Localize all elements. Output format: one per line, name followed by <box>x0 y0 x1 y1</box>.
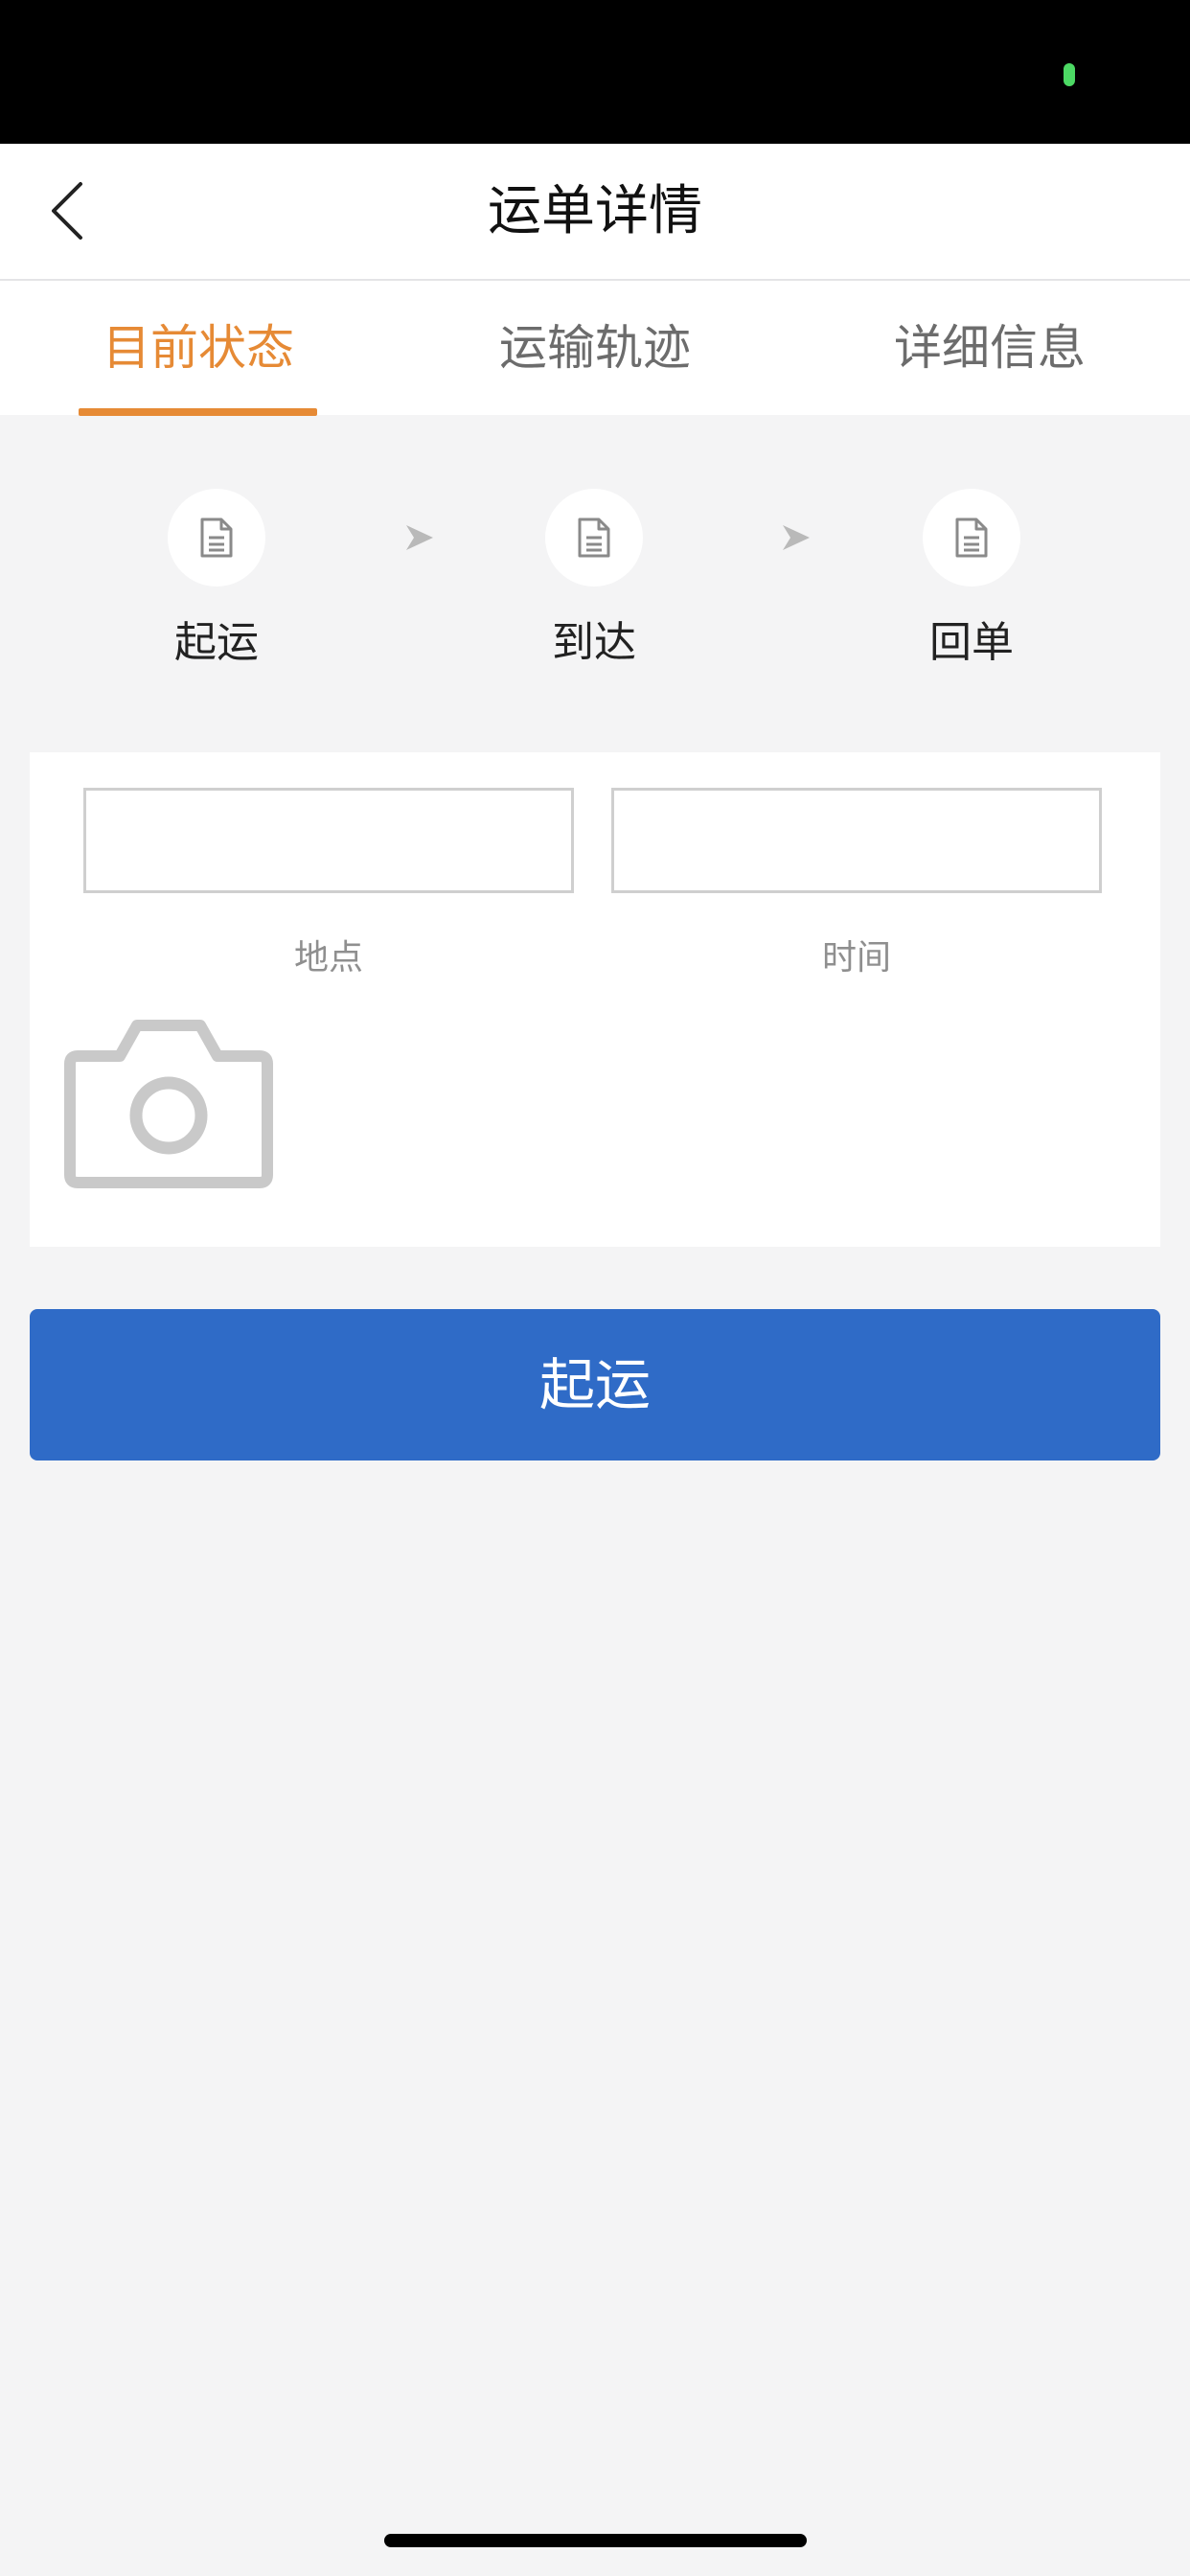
arrow-right-icon <box>406 525 433 550</box>
tab-current-status[interactable]: 目前状态 <box>40 281 356 415</box>
tab-bar: 目前状态 运输轨迹 详细信息 <box>0 281 1190 416</box>
page-title: 运单详情 <box>488 180 702 242</box>
step-label: 起运 <box>174 618 259 667</box>
time-field[interactable] <box>611 788 1102 893</box>
step-receipt: 回单 <box>876 489 1067 669</box>
active-tab-indicator <box>79 408 317 416</box>
arrow-right-icon <box>783 525 810 550</box>
step-depart: 起运 <box>121 489 312 669</box>
document-icon <box>955 518 988 558</box>
location-label: 地点 <box>293 938 363 978</box>
step-label: 回单 <box>929 618 1014 667</box>
step-arrive: 到达 <box>498 489 690 669</box>
navigation-bar: 运单详情 <box>0 144 1190 281</box>
step-depart-circle <box>168 489 265 586</box>
step-receipt-circle <box>923 489 1020 586</box>
status-indicator-dot <box>1064 63 1075 86</box>
status-bar <box>0 0 1190 144</box>
status-form-card: 地点 时间 <box>30 752 1160 1247</box>
document-icon <box>200 518 233 558</box>
time-label: 时间 <box>821 938 891 978</box>
home-indicator[interactable] <box>384 2534 807 2547</box>
photo-upload-button[interactable] <box>64 1016 273 1194</box>
step-label: 到达 <box>552 618 636 667</box>
location-field[interactable] <box>83 788 574 893</box>
camera-icon <box>64 1020 273 1188</box>
depart-button[interactable]: 起运 <box>30 1309 1160 1460</box>
tab-detail-info[interactable]: 详细信息 <box>832 281 1148 415</box>
document-icon <box>578 518 610 558</box>
tab-transport-track[interactable]: 运输轨迹 <box>437 281 753 415</box>
step-arrive-circle <box>545 489 643 586</box>
